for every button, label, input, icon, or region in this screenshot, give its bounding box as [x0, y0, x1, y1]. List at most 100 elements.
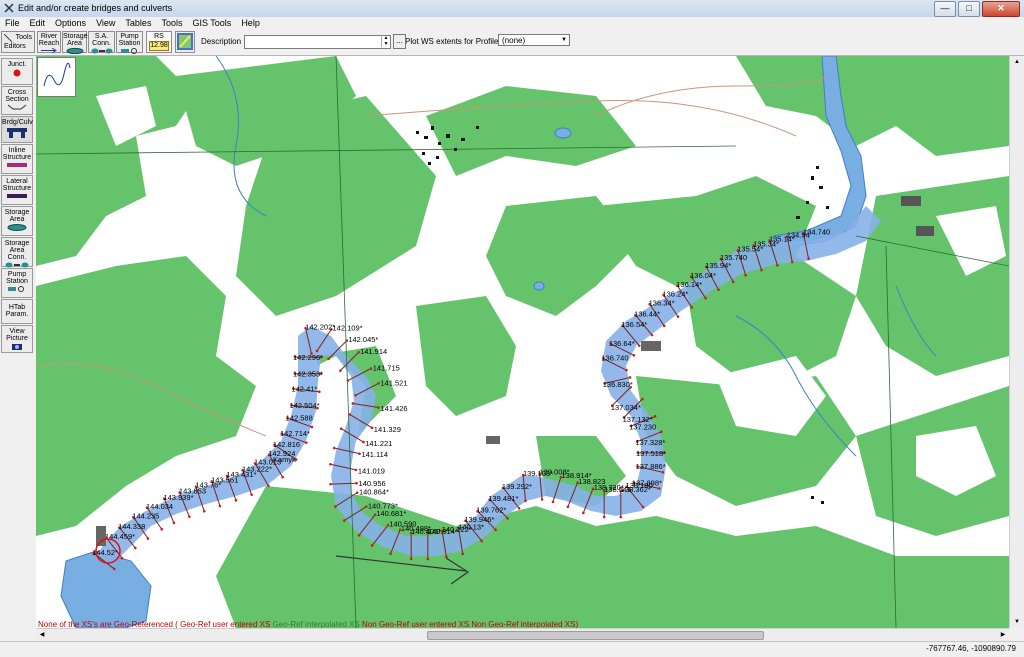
junction-button[interactable]: Junct. — [1, 58, 33, 85]
minimize-button[interactable]: — — [934, 1, 956, 17]
storage-area-label-2: Area — [67, 40, 82, 47]
tools-editors-button[interactable]: Tools Editors — [1, 31, 35, 53]
cross-section-bank-point — [480, 539, 484, 543]
profile-select[interactable]: (none) ▼ — [498, 34, 570, 46]
close-button[interactable]: ✕ — [982, 1, 1020, 17]
sa-conn-button[interactable]: S.A. Conn. — [88, 31, 115, 54]
cross-section-bank-point — [355, 481, 358, 485]
view-picture-label-1: View — [9, 328, 25, 335]
sa-connection-icon — [91, 48, 112, 54]
cross-section-icon — [7, 104, 27, 110]
title-bar: Edit and/or create bridges and culverts … — [0, 0, 1024, 18]
cross-section-button[interactable]: Cross Section — [1, 86, 33, 115]
cross-section-bank-point — [790, 260, 794, 264]
cross-section-bank-point — [172, 521, 176, 525]
cross-section-bank-point — [653, 415, 657, 418]
cross-section-bank-point — [506, 517, 509, 520]
menu-gis-tools[interactable]: GIS Tools — [187, 17, 236, 30]
cross-section-label: 141.426 — [380, 404, 407, 413]
cross-section-label: 136.740 — [601, 354, 628, 363]
cross-section-label: 139.103* — [523, 469, 553, 478]
menu-help[interactable]: Help — [236, 17, 265, 30]
cross-section-label: 136.14* — [676, 280, 702, 289]
storage-area-conn-button[interactable]: Storage Area Conn. — [1, 237, 33, 268]
inline-structure-label-1: Inline — [8, 147, 26, 154]
description-spinner[interactable]: ▲ ▼ — [381, 35, 390, 47]
description-input[interactable] — [244, 35, 391, 49]
menu-view[interactable]: View — [91, 17, 120, 30]
menu-tools[interactable]: Tools — [156, 17, 187, 30]
browse-button[interactable]: ... — [393, 34, 406, 49]
pump-station-label-1: Pump — [120, 33, 139, 40]
lateral-structure-button[interactable]: Lateral Structure — [1, 175, 33, 205]
plot-ws-label: Plot WS extents for Profile: — [405, 37, 501, 46]
cross-section-label: 143.939* — [163, 493, 193, 502]
scroll-left-icon[interactable]: ◀ — [36, 629, 48, 641]
cross-section-bank-point — [160, 527, 164, 531]
river-reach-button[interactable]: River Reach — [37, 31, 61, 53]
storage-area-icon — [66, 48, 83, 54]
cross-section-bank-point — [267, 484, 270, 488]
inline-structure-button[interactable]: Inline Structure — [1, 144, 33, 174]
storage-area-button[interactable]: Storage Area — [62, 31, 88, 54]
map-zoom-button[interactable] — [175, 31, 195, 53]
cross-section-bank-point — [342, 519, 346, 522]
cross-section-label: 140.956 — [359, 479, 386, 488]
cross-section-label: 144.034 — [146, 502, 173, 511]
horizontal-scrollbar[interactable]: ◀ ▶ — [36, 628, 1009, 641]
cross-section-bank-point — [717, 288, 720, 292]
horizontal-scroll-thumb[interactable] — [427, 631, 764, 640]
cross-section-bank-point — [357, 533, 361, 537]
menu-tables[interactable]: Tables — [120, 17, 156, 30]
cross-section-label: 136.44* — [634, 309, 660, 318]
storage-area-label-1: Storage — [63, 33, 88, 40]
scroll-right-icon[interactable]: ▶ — [997, 629, 1009, 641]
maximize-button[interactable]: □ — [958, 1, 980, 17]
pump-icon — [120, 48, 137, 54]
cross-section-label-2: Section — [5, 96, 29, 103]
cross-section-bank-point — [389, 552, 392, 556]
cross-section-bank-point — [641, 505, 645, 509]
menu-file[interactable]: File — [0, 17, 25, 30]
htab-param-button[interactable]: HTab Param. — [1, 299, 33, 324]
place-label-kamyk: Kamyk — [273, 455, 296, 464]
view-picture-button[interactable]: View Picture — [1, 325, 33, 353]
cross-section-label: 141.521 — [380, 378, 407, 387]
htab-param-label-1: HTab — [8, 304, 26, 311]
cross-section-bank-point — [625, 368, 628, 372]
cross-section-bank-point — [332, 446, 336, 450]
rs-button[interactable]: RS 12.98 — [146, 31, 172, 53]
camera-icon — [12, 344, 22, 350]
cross-section-label: 142.045* — [348, 335, 378, 344]
scroll-up-icon[interactable]: ▲ — [1011, 56, 1023, 68]
cross-section-bank-point — [281, 475, 284, 479]
pump-station-button[interactable]: Pump Station — [116, 31, 143, 54]
storage-area-tool-button[interactable]: Storage Area — [1, 206, 33, 236]
map-canvas[interactable]: 134.740 134.94 135.14* 135.34* 135.54* 135.74… — [36, 56, 1009, 628]
cross-section-bank-point — [317, 390, 321, 394]
cross-section-label: 141.715 — [373, 364, 400, 373]
menu-edit[interactable]: Edit — [25, 17, 51, 30]
cross-section-bank-point — [409, 557, 413, 561]
river-reach-label-1: River — [40, 33, 58, 40]
menu-options[interactable]: Options — [50, 17, 91, 30]
cross-section-bank-point — [641, 397, 644, 401]
cross-section-bank-point — [690, 306, 694, 309]
overview-thumbnail[interactable] — [37, 57, 76, 97]
bridge-icon — [7, 128, 27, 138]
cross-section-bank-point — [628, 376, 632, 379]
chevron-down-icon: ▼ — [561, 37, 567, 43]
cursor-coordinates: -767767.46, -1090890.79 — [926, 644, 1016, 653]
cross-section-label: 140.773* — [368, 502, 398, 511]
junction-label: Junct. — [7, 61, 27, 68]
cross-section-label: 139.762* — [476, 506, 506, 515]
pump-station-tool-button[interactable]: Pump Station — [1, 268, 33, 298]
window-title: Edit and/or create bridges and culverts — [18, 3, 173, 13]
cross-section-bank-point — [517, 506, 521, 510]
vertical-scrollbar[interactable]: ▲ ▼ — [1009, 56, 1024, 628]
cross-section-bank-point — [602, 515, 606, 519]
bridge-culvert-button[interactable]: Brdg/Culv — [1, 116, 33, 143]
cross-section-label: 142.202* — [305, 322, 335, 331]
legend-georef-user: Geo-Ref user entered XS — [180, 620, 271, 628]
scroll-down-icon[interactable]: ▼ — [1011, 616, 1023, 628]
